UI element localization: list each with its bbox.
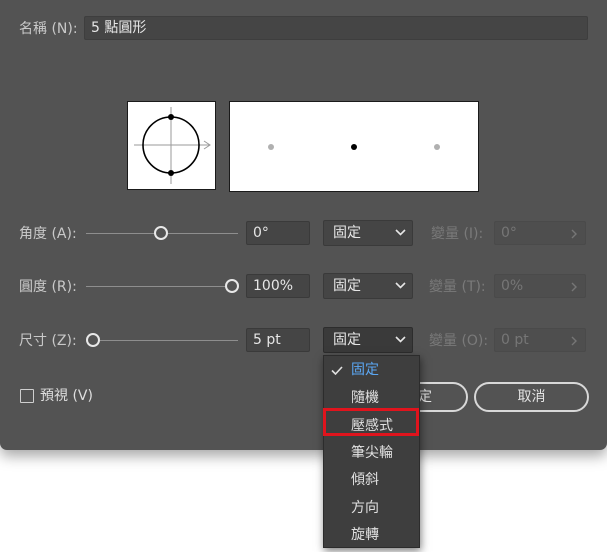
angle-mode-value: 固定 [333,225,361,241]
angle-variation-input: 0° [494,221,586,245]
size-mode-value: 固定 [333,332,361,348]
preview-checkbox[interactable] [20,389,34,403]
roundness-variation-input: 0% [494,274,586,298]
menu-item-label: 筆尖輪 [351,445,393,461]
roundness-slider[interactable] [86,286,226,287]
chevron-right-icon [571,229,577,239]
size-slider-knob-icon[interactable] [86,333,100,347]
size-slider[interactable] [100,340,238,341]
menu-item-label: 方向 [351,500,379,516]
roundness-variation-label: 變量 (T): [429,279,486,295]
chevron-down-icon [395,336,406,343]
ok-button-label: 定 [418,389,432,405]
roundness-label: 圓度 (R): [19,279,77,295]
name-label: 名稱 (N): [19,21,78,37]
brush-shape-icon [134,107,211,184]
menu-item-stylus-wheel[interactable]: 筆尖輪 [324,440,419,466]
mode-dropdown-menu: 固定 隨機 壓感式 筆尖輪 傾斜 方向 旋轉 [323,355,420,548]
roundness-slider-knob-icon[interactable] [225,279,239,293]
stroke-preview-dots [268,144,440,150]
chevron-down-icon [395,282,406,289]
chevron-right-icon [571,336,577,346]
roundness-input[interactable]: 100% [246,274,310,298]
preview-label[interactable]: 預視 (V) [40,387,93,405]
cancel-button[interactable]: 取消 [474,382,589,412]
angle-variation-label: 變量 (I): [431,226,484,242]
menu-item-rotation[interactable]: 旋轉 [324,522,419,548]
checkmark-icon [331,366,343,375]
name-input[interactable]: 5 點圓形 [84,16,588,40]
size-variation-value: 0 pt [501,332,529,348]
size-input[interactable]: 5 pt [246,328,310,352]
menu-item-label: 傾斜 [351,472,379,488]
angle-slider-knob-icon[interactable] [154,226,168,240]
size-variation-label: 變量 (O): [429,333,489,349]
size-variation-input: 0 pt [494,328,586,352]
size-mode-select[interactable]: 固定 [323,327,413,353]
chevron-right-icon [571,282,577,292]
menu-item-label: 固定 [351,362,379,378]
menu-item-label: 旋轉 [351,527,379,543]
highlight-box [323,408,419,436]
chevron-down-icon [395,229,406,236]
menu-item-label: 隨機 [351,390,379,406]
menu-item-fixed[interactable]: 固定 [324,357,419,383]
menu-item-bearing[interactable]: 方向 [324,495,419,521]
roundness-mode-value: 固定 [333,278,361,294]
brush-options-dialog: 名稱 (N): 5 點圓形 角度 (A): 0° 固定 變量 (I): 0° 圓… [0,0,607,450]
angle-mode-select[interactable]: 固定 [323,220,413,246]
angle-input[interactable]: 0° [246,221,310,245]
brush-shape-preview[interactable] [127,101,216,190]
angle-label: 角度 (A): [19,226,77,242]
size-label: 尺寸 (Z): [19,333,77,349]
stroke-preview [229,101,479,192]
angle-variation-value: 0° [501,225,517,241]
roundness-mode-select[interactable]: 固定 [323,273,413,299]
roundness-variation-value: 0% [501,278,524,294]
menu-item-tilt[interactable]: 傾斜 [324,467,419,493]
